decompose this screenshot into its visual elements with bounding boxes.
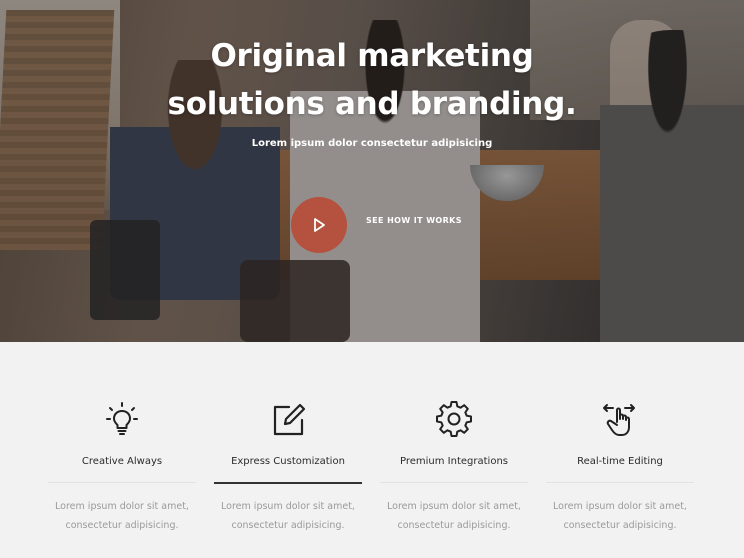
edit-icon (273, 403, 306, 436)
feature-title: Premium Integrations (400, 456, 508, 467)
feature-creative-always[interactable]: Creative Always Lorem ipsum dolor sit am… (48, 342, 196, 558)
hero-title-line: solutions and branding. (167, 86, 577, 122)
feature-description: Lorem ipsum dolor sit amet, consectetur … (214, 497, 362, 535)
play-video-button[interactable] (291, 197, 347, 253)
feature-divider (546, 482, 694, 483)
gear-icon (436, 401, 472, 437)
feature-description-line: Lorem ipsum dolor sit amet, (387, 501, 521, 512)
feature-title: Real-time Editing (577, 456, 663, 467)
feature-divider (380, 482, 528, 483)
hero-title: Original marketing solutions and brandin… (0, 32, 744, 128)
feature-active-indicator (214, 482, 362, 484)
feature-title: Creative Always (81, 456, 163, 467)
feature-description-line: Lorem ipsum dolor sit amet, (221, 501, 355, 512)
feature-description: Lorem ipsum dolor sit amet, consectetur … (48, 497, 196, 535)
feature-description-line: Lorem ipsum dolor sit amet, (55, 501, 189, 512)
feature-express-customization[interactable]: Express Customization Lorem ipsum dolor … (214, 342, 362, 558)
lightbulb-icon (106, 402, 138, 435)
see-how-it-works-link[interactable]: SEE HOW IT WORKS (366, 216, 462, 225)
features-section: Creative Always Lorem ipsum dolor sit am… (0, 342, 744, 558)
feature-description-line: consectetur adipisicing. (65, 520, 179, 531)
hero-subtitle: Lorem ipsum dolor consectetur adipisicin… (251, 138, 493, 149)
feature-description: Lorem ipsum dolor sit amet, consectetur … (546, 497, 694, 535)
feature-title: Express Customization (231, 456, 345, 467)
feature-description-line: consectetur adipisicing. (397, 520, 511, 531)
feature-description-line: Lorem ipsum dolor sit amet, (553, 501, 687, 512)
play-icon (314, 218, 325, 232)
hero-section: Original marketing solutions and brandin… (0, 0, 744, 342)
feature-premium-integrations[interactable]: Premium Integrations Lorem ipsum dolor s… (380, 342, 528, 558)
feature-description: Lorem ipsum dolor sit amet, consectetur … (380, 497, 528, 535)
feature-real-time-editing[interactable]: Real-time Editing Lorem ipsum dolor sit … (546, 342, 694, 558)
hero-title-line: Original marketing (210, 38, 534, 74)
feature-description-line: consectetur adipisicing. (231, 520, 345, 531)
feature-description-line: consectetur adipisicing. (563, 520, 677, 531)
touch-swipe-icon (603, 404, 635, 436)
feature-divider (48, 482, 196, 483)
